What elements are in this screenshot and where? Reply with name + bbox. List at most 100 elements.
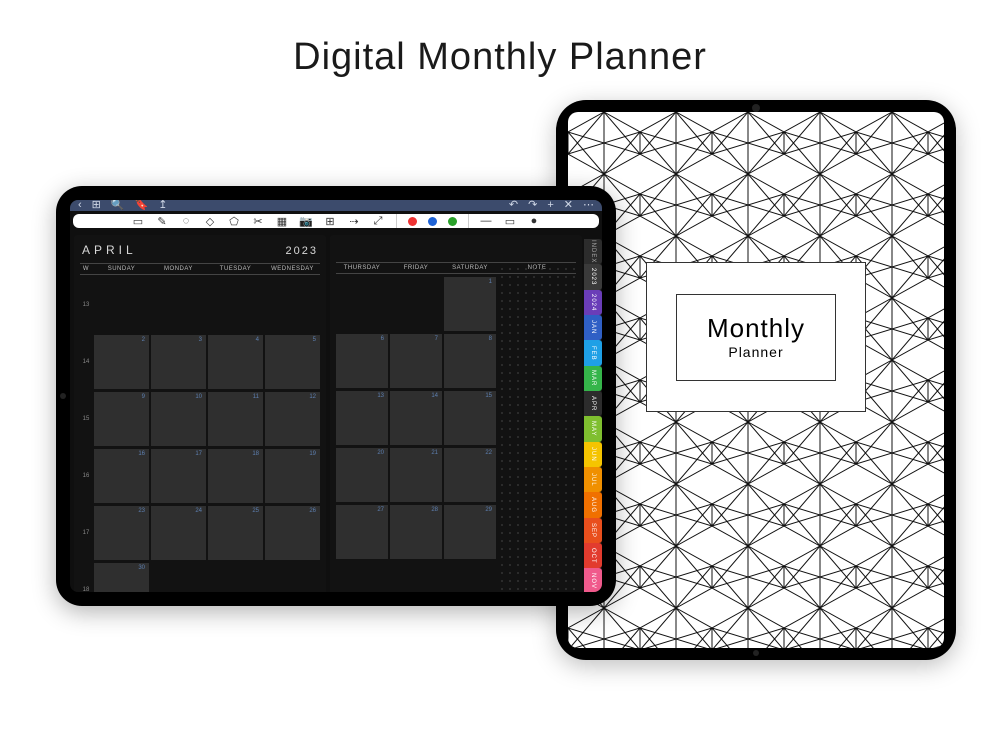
day-cell[interactable] bbox=[390, 562, 442, 592]
note-dotgrid bbox=[498, 265, 576, 592]
day-number: 2 bbox=[142, 337, 145, 343]
tab-jun[interactable]: JUN bbox=[584, 442, 602, 467]
tool-text-icon[interactable]: ▭ bbox=[132, 215, 145, 228]
day-cell[interactable]: 21 bbox=[390, 448, 442, 502]
color-green[interactable] bbox=[448, 217, 457, 226]
tool-image-icon[interactable]: ▦ bbox=[276, 215, 289, 228]
tab-aug[interactable]: AUG bbox=[584, 492, 602, 517]
day-cell[interactable]: 11 bbox=[208, 392, 263, 446]
day-cell[interactable]: 28 bbox=[390, 505, 442, 559]
day-cell[interactable]: 17 bbox=[151, 449, 206, 503]
bookmark-icon[interactable]: 🔖 bbox=[135, 200, 149, 211]
tab-apr[interactable]: APR bbox=[584, 391, 602, 416]
tab-feb[interactable]: FEB bbox=[584, 340, 602, 365]
day-cell[interactable] bbox=[265, 278, 320, 332]
tab-sep[interactable]: SEP bbox=[584, 518, 602, 543]
tool-pointer-icon[interactable]: ⤢ bbox=[372, 215, 385, 228]
day-cell[interactable]: 3 bbox=[151, 335, 206, 389]
day-number: 21 bbox=[431, 450, 438, 456]
add-icon[interactable]: + bbox=[547, 200, 553, 211]
tool-eraser-icon[interactable]: ◌ bbox=[180, 215, 193, 228]
day-cell[interactable]: 15 bbox=[444, 391, 496, 445]
camera-dot-bottom bbox=[753, 650, 759, 656]
day-cell[interactable] bbox=[208, 278, 263, 332]
tool-crop-icon[interactable]: ⊞ bbox=[324, 215, 337, 228]
planner-left-page[interactable]: APRIL 2023 W SUNDAY MONDAY TUESDAY WEDNE… bbox=[74, 235, 326, 592]
back-icon[interactable]: ‹ bbox=[78, 200, 82, 211]
drawing-toolbar: ▭ ✎ ◌ ◇ ⬠ ✂ ▦ 📷 ⊞ ⇢ ⤢ — ▭ ● bbox=[73, 214, 599, 228]
tab-nov[interactable]: NOV bbox=[584, 568, 602, 592]
stroke-thin-icon[interactable]: — bbox=[480, 215, 493, 228]
day-cell[interactable]: 27 bbox=[336, 505, 388, 559]
day-cell[interactable]: 1 bbox=[444, 277, 496, 331]
day-cell[interactable]: 20 bbox=[336, 448, 388, 502]
day-cell[interactable]: 29 bbox=[444, 505, 496, 559]
day-cell[interactable]: 14 bbox=[390, 391, 442, 445]
more-icon[interactable]: ⋯ bbox=[583, 200, 594, 211]
tab-index[interactable]: INDEX bbox=[584, 239, 602, 264]
day-cell[interactable] bbox=[151, 563, 206, 592]
day-cell[interactable] bbox=[336, 277, 388, 331]
day-cell[interactable] bbox=[151, 278, 206, 332]
day-cell[interactable]: 26 bbox=[265, 506, 320, 560]
day-cell[interactable]: 19 bbox=[265, 449, 320, 503]
week-number: 15 bbox=[80, 392, 92, 446]
tool-shape-icon[interactable]: ⬠ bbox=[228, 215, 241, 228]
tab-mar[interactable]: MAR bbox=[584, 366, 602, 391]
day-cell[interactable]: 16 bbox=[94, 449, 149, 503]
day-cell[interactable]: 10 bbox=[151, 392, 206, 446]
redo-icon[interactable]: ↷ bbox=[528, 200, 537, 211]
day-number: 22 bbox=[485, 450, 492, 456]
day-cell[interactable]: 12 bbox=[265, 392, 320, 446]
day-cell[interactable] bbox=[265, 563, 320, 592]
color-red[interactable] bbox=[408, 217, 417, 226]
day-number: 16 bbox=[138, 451, 145, 457]
tool-link-icon[interactable]: ⇢ bbox=[348, 215, 361, 228]
tab-jul[interactable]: JUL bbox=[584, 467, 602, 492]
day-cell[interactable]: 25 bbox=[208, 506, 263, 560]
close-icon[interactable]: ✕ bbox=[564, 200, 573, 211]
tab-may[interactable]: MAY bbox=[584, 416, 602, 441]
search-icon[interactable]: 🔍 bbox=[111, 200, 125, 211]
day-number: 20 bbox=[377, 450, 384, 456]
thumbnails-icon[interactable]: ⊞ bbox=[92, 200, 101, 211]
day-cell[interactable]: 18 bbox=[208, 449, 263, 503]
tab-jan[interactable]: JAN bbox=[584, 315, 602, 340]
stroke-medium-icon[interactable]: ▭ bbox=[504, 215, 517, 228]
tab-2024[interactable]: 2024 bbox=[584, 290, 602, 315]
day-cell[interactable]: 13 bbox=[336, 391, 388, 445]
day-cell[interactable]: 2 bbox=[94, 335, 149, 389]
undo-icon[interactable]: ↶ bbox=[509, 200, 518, 211]
day-cell[interactable]: 8 bbox=[444, 334, 496, 388]
day-cell[interactable]: 4 bbox=[208, 335, 263, 389]
day-cell[interactable]: 30 bbox=[94, 563, 149, 592]
day-cell[interactable] bbox=[336, 562, 388, 592]
day-cell[interactable]: 23 bbox=[94, 506, 149, 560]
tool-lasso-icon[interactable]: ✂ bbox=[252, 215, 265, 228]
day-cell[interactable]: 9 bbox=[94, 392, 149, 446]
share-icon[interactable]: ↥ bbox=[158, 200, 167, 211]
day-cell[interactable] bbox=[94, 278, 149, 332]
cover-screen: Monthly Planner bbox=[568, 112, 944, 648]
tool-pen-icon[interactable]: ✎ bbox=[156, 215, 169, 228]
planner-right-page[interactable]: THURSDAY FRIDAY SATURDAY NOTE 1678131415… bbox=[330, 235, 582, 592]
day-cell[interactable] bbox=[444, 562, 496, 592]
planner-main: APRIL 2023 W SUNDAY MONDAY TUESDAY WEDNE… bbox=[70, 231, 602, 592]
day-cell[interactable] bbox=[208, 563, 263, 592]
color-blue[interactable] bbox=[428, 217, 437, 226]
day-number: 12 bbox=[309, 394, 316, 400]
day-cell[interactable]: 5 bbox=[265, 335, 320, 389]
day-number: 15 bbox=[485, 393, 492, 399]
stroke-thick-icon[interactable]: ● bbox=[528, 215, 541, 228]
day-number: 23 bbox=[138, 508, 145, 514]
day-cell[interactable]: 24 bbox=[151, 506, 206, 560]
tab-2023[interactable]: 2023 bbox=[584, 264, 602, 289]
day-cell[interactable]: 22 bbox=[444, 448, 496, 502]
tab-oct[interactable]: OCT bbox=[584, 543, 602, 568]
tool-highlighter-icon[interactable]: ◇ bbox=[204, 215, 217, 228]
day-number: 11 bbox=[253, 394, 259, 400]
day-cell[interactable] bbox=[390, 277, 442, 331]
tool-camera-icon[interactable]: 📷 bbox=[300, 215, 313, 228]
day-cell[interactable]: 7 bbox=[390, 334, 442, 388]
day-cell[interactable]: 6 bbox=[336, 334, 388, 388]
